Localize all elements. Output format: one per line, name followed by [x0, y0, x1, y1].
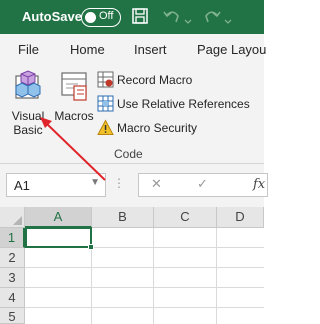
macros-label: Macros — [54, 109, 94, 123]
gridline — [25, 287, 264, 288]
save-icon[interactable] — [131, 7, 149, 30]
fill-handle[interactable] — [88, 244, 94, 250]
record-macro-icon — [97, 71, 114, 91]
column-header-d[interactable]: D — [217, 207, 264, 228]
name-box-value: A1 — [14, 178, 30, 193]
record-macro-label: Record Macro — [117, 73, 193, 87]
row-header-4[interactable]: 4 — [0, 288, 25, 308]
tab-home[interactable]: Home — [70, 42, 105, 57]
worksheet-grid: A B C D 1 2 3 4 5 — [0, 207, 264, 324]
redo-icon[interactable] — [202, 7, 222, 30]
row-header-2[interactable]: 2 — [0, 248, 25, 268]
visual-basic-icon — [15, 70, 41, 99]
gridline — [216, 228, 217, 324]
cancel-icon[interactable]: ✕ — [151, 176, 162, 192]
select-all-button[interactable] — [0, 207, 25, 228]
visual-basic-label-line2: Basic — [13, 123, 43, 137]
tab-insert[interactable]: Insert — [134, 42, 167, 57]
column-header-b[interactable]: B — [92, 207, 154, 228]
formula-bar-resize-handle[interactable]: ⋮ — [113, 176, 125, 190]
select-all-triangle-icon — [13, 216, 22, 225]
ribbon-tabs: File Home Insert Page Layou — [0, 34, 266, 64]
tab-file[interactable]: File — [18, 42, 39, 57]
active-cell-a1[interactable] — [25, 227, 94, 250]
autosave-toggle[interactable]: Off — [81, 8, 121, 27]
formula-bar[interactable]: ✕ ✓ fx — [138, 173, 268, 197]
formula-area: A1 ▼ ⋮ ✕ ✓ fx — [0, 164, 268, 207]
toggle-knob — [85, 11, 96, 23]
row-header-3[interactable]: 3 — [0, 268, 25, 288]
warning-icon — [97, 119, 114, 139]
record-macro-button[interactable]: Record Macro — [97, 70, 207, 90]
relative-references-icon — [97, 95, 114, 115]
visual-basic-button[interactable]: Visual Basic — [7, 70, 49, 137]
ribbon-developer: Visual Basic Macros Record Macro Use Rel… — [0, 64, 264, 164]
name-box[interactable]: A1 ▼ — [6, 173, 106, 197]
row-header-5[interactable]: 5 — [0, 308, 25, 324]
macro-security-button[interactable]: Macro Security — [97, 118, 207, 138]
gridline — [153, 228, 154, 324]
macros-button[interactable]: Macros — [52, 70, 96, 123]
gridline — [25, 267, 264, 268]
undo-icon[interactable] — [162, 7, 182, 30]
name-box-dropdown-icon[interactable]: ▼ — [90, 177, 100, 188]
title-bar: AutoSave Off — [0, 0, 264, 34]
use-relative-references-button[interactable]: Use Relative References — [97, 94, 250, 115]
undo-dropdown-icon[interactable] — [184, 12, 192, 30]
visual-basic-label-line1: Visual — [11, 109, 45, 123]
macro-security-label: Macro Security — [117, 121, 198, 135]
autosave-label: AutoSave — [22, 9, 82, 24]
use-relative-references-label: Use Relative References — [117, 97, 250, 111]
autosave-state: Off — [99, 10, 114, 22]
macros-icon — [61, 72, 87, 101]
enter-icon[interactable]: ✓ — [197, 176, 208, 192]
redo-dropdown-icon[interactable] — [224, 12, 232, 30]
gridline — [25, 307, 264, 308]
row-header-1[interactable]: 1 — [0, 228, 25, 248]
column-header-c[interactable]: C — [154, 207, 217, 228]
insert-function-icon[interactable]: fx — [253, 177, 265, 192]
code-group-label: Code — [114, 147, 143, 161]
column-header-a[interactable]: A — [25, 207, 92, 228]
tab-page-layout[interactable]: Page Layou — [197, 42, 266, 57]
